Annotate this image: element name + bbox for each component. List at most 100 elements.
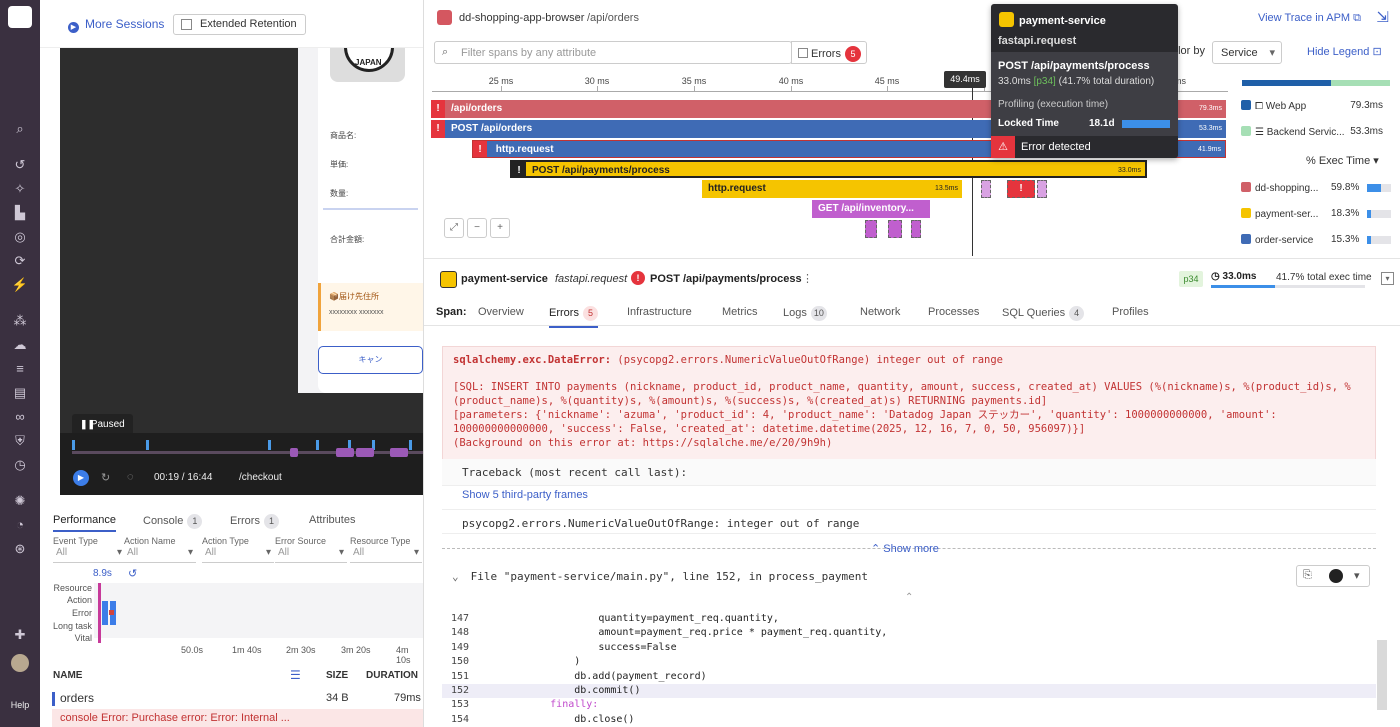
scrollbar-thumb[interactable] (1377, 640, 1387, 710)
view-trace-in-apm-link[interactable]: View Trace in APM ⧉ (1258, 12, 1361, 25)
events-icon[interactable]: ⚡ (11, 276, 29, 294)
chevron-down-icon[interactable]: ▾ (1354, 569, 1360, 582)
filter-resource-type[interactable]: Resource Type All (350, 536, 422, 563)
waterfall-error-mark[interactable] (109, 610, 114, 615)
help-link[interactable]: Help (4, 700, 36, 710)
tab-errors[interactable]: Errors 1 (230, 514, 279, 529)
span-filter-input[interactable]: ⌕ Filter spans by any attribute (434, 41, 792, 64)
table-row-error[interactable]: console Error: Purchase error: Error: In… (52, 709, 423, 727)
waterfall-area[interactable] (94, 583, 423, 638)
timeline-marker[interactable] (146, 440, 149, 450)
hide-legend-button[interactable]: Hide Legend ⊡ (1307, 45, 1382, 58)
tab-overview[interactable]: Overview (478, 306, 524, 318)
ci-icon[interactable]: ✺ (11, 492, 29, 510)
col-duration[interactable]: DURATION (366, 670, 418, 681)
performance-icon[interactable]: ◔ (11, 516, 29, 534)
tab-processes[interactable]: Processes (928, 306, 979, 318)
filter-value[interactable]: All (350, 547, 422, 563)
timeline-segment[interactable] (290, 448, 298, 457)
mini-span[interactable] (1037, 180, 1047, 198)
columns-icon[interactable]: ☰ (290, 668, 301, 682)
play-button[interactable]: ▶ (73, 470, 89, 486)
span-bar[interactable]: http.request 13.5ms (702, 180, 962, 198)
cloud-icon[interactable]: ☁ (11, 336, 29, 354)
logs-icon[interactable]: ≡ (11, 360, 29, 378)
reset-icon[interactable]: ↺ (128, 567, 137, 580)
network-icon[interactable]: ∞ (11, 408, 29, 426)
mini-span[interactable] (865, 220, 877, 238)
extended-retention-toggle[interactable]: Extended Retention (173, 14, 306, 35)
tab-sql-queries[interactable]: SQL Queries 4 (1002, 306, 1085, 321)
service-legend-item[interactable]: order-service 15.3% (1241, 234, 1391, 246)
show-third-party-frames[interactable]: Show 5 third-party frames (462, 489, 588, 501)
chevron-down-icon[interactable]: ⌄ (452, 570, 459, 583)
legend-item[interactable]: ⧠ Web App 79.3ms (1241, 100, 1391, 112)
panel-divider[interactable] (424, 258, 1400, 264)
filter-value[interactable]: All (275, 547, 347, 563)
span-bar-selected[interactable]: ! POST /api/payments/process 33.0ms (510, 160, 1147, 178)
filter-event-type[interactable]: Event Type All (53, 536, 125, 563)
timeline-marker[interactable] (409, 440, 412, 450)
security-icon[interactable]: ⛨ (11, 432, 29, 450)
mini-span[interactable] (888, 220, 902, 238)
errors-filter-toggle[interactable]: Errors 5 (791, 41, 867, 64)
mini-span-error[interactable]: ! (1007, 180, 1035, 198)
timeline-marker[interactable] (268, 440, 271, 450)
service-legend-item[interactable]: payment-ser... 18.3% (1241, 208, 1391, 220)
tab-errors[interactable]: Errors 5 (549, 306, 598, 328)
filter-action-type[interactable]: Action Type All (202, 536, 274, 563)
apm-icon[interactable]: ⟳ (11, 252, 29, 270)
checkbox-icon[interactable] (798, 48, 808, 58)
table-row[interactable]: orders 34 B 79ms (52, 690, 423, 708)
mini-span[interactable] (911, 220, 921, 238)
speed-icon[interactable]: ◌ (127, 471, 134, 483)
code-icon[interactable]: ⎘ (1303, 569, 1312, 582)
tab-profiles[interactable]: Profiles (1112, 306, 1149, 318)
recent-icon[interactable]: ↺ (11, 156, 29, 174)
monitors-icon[interactable]: ◎ (11, 228, 29, 246)
more-options-icon[interactable]: ⋮ (802, 272, 813, 285)
timeline-segment[interactable] (356, 448, 374, 457)
tab-performance[interactable]: Performance (53, 514, 116, 532)
legend-item[interactable]: ☰ Backend Servic... 53.3ms (1241, 126, 1391, 138)
tab-network[interactable]: Network (860, 306, 900, 318)
timeline-marker[interactable] (72, 440, 75, 450)
avatar[interactable] (11, 654, 29, 672)
rum-icon[interactable]: ◷ (11, 456, 29, 474)
tab-infrastructure[interactable]: Infrastructure (627, 306, 692, 318)
filter-action-name[interactable]: Action Name All (124, 536, 196, 563)
chevron-up-icon[interactable]: ⌃ (905, 592, 913, 603)
tab-console[interactable]: Console 1 (143, 514, 203, 529)
waterfall-cursor[interactable] (98, 583, 101, 643)
filter-value[interactable]: All (124, 547, 196, 563)
zoom-out-button[interactable]: − (467, 218, 487, 238)
datadog-logo[interactable] (8, 6, 32, 28)
span-bar[interactable]: GET /api/inventory... (812, 200, 930, 218)
timeline-segment[interactable] (390, 448, 408, 457)
search-icon[interactable]: ⌕ (11, 120, 29, 138)
show-more-button[interactable]: ⌃ Show more (871, 542, 939, 555)
service-mgmt-icon[interactable]: ⊛ (11, 540, 29, 558)
close-icon[interactable]: ⇲ (1376, 8, 1389, 26)
exec-time-sort[interactable]: % Exec Time ▾ (1306, 154, 1379, 167)
replay-waterfall[interactable]: 8.9s ↺ Resource Action Error Long task V… (52, 563, 423, 665)
github-icon[interactable] (1329, 569, 1343, 583)
color-by-select[interactable]: Service (1212, 41, 1282, 64)
more-sessions-button[interactable]: ▶ More Sessions (68, 17, 164, 33)
waterfall-resource-bar[interactable] (102, 601, 108, 625)
tab-metrics[interactable]: Metrics (722, 306, 757, 318)
timeline-segment[interactable] (336, 448, 354, 457)
checkbox-icon[interactable] (181, 19, 192, 30)
service-legend-item[interactable]: dd-shopping... 59.8% (1241, 182, 1391, 194)
apm-traces-icon[interactable]: ▤ (11, 384, 29, 402)
filter-value[interactable]: All (202, 547, 274, 563)
stack-frame-header[interactable]: ⌄ File "payment-service/main.py", line 15… (442, 565, 1376, 590)
fit-view-button[interactable]: ⤢ (444, 218, 464, 238)
timeline-marker[interactable] (316, 440, 319, 450)
skip-back-icon[interactable]: ↻ (101, 471, 110, 484)
integrations-icon[interactable]: ✚ (11, 626, 29, 644)
collapse-icon[interactable]: ▾ (1381, 272, 1394, 285)
filter-value[interactable]: All (53, 547, 125, 563)
watchdog-icon[interactable]: ✧ (11, 180, 29, 198)
col-name[interactable]: NAME (53, 670, 82, 681)
